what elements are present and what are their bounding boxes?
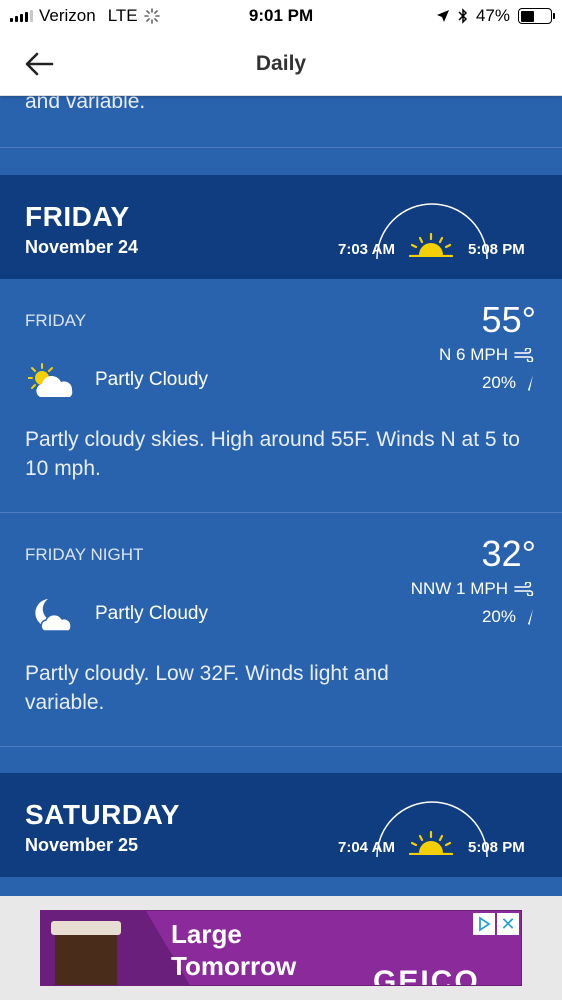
precip-text: 20% — [481, 373, 516, 392]
sunrise-time: 7:04 AM — [338, 839, 395, 856]
day-header-friday: FRIDAY November 24 7:03 AM 5:08 PM — [0, 175, 562, 279]
battery-icon — [518, 8, 555, 24]
condition-label: Partly Cloudy — [95, 369, 208, 390]
period-description: Partly cloudy skies. High around 55F. Wi… — [25, 428, 520, 480]
previous-period-fragment: and variable. — [0, 96, 562, 148]
location-arrow-icon — [436, 10, 449, 22]
app-header: Daily — [0, 32, 562, 96]
ad-headline: Large — [171, 919, 242, 949]
spacer — [0, 747, 562, 773]
sunset-time: 5:08 PM — [468, 839, 525, 856]
adchoices-icon[interactable] — [473, 913, 495, 935]
forecast-period-friday[interactable]: FRIDAY 55° N 6 MPH 20% Partly Cloudy Par… — [0, 279, 562, 513]
wind-icon — [514, 582, 534, 596]
precip-text: 20% — [481, 607, 516, 626]
period-temperature: 32° — [481, 533, 536, 574]
raindrop-icon — [528, 375, 533, 391]
sunrise-time: 7:03 AM — [338, 241, 395, 258]
wind-text: NNW 1 MPH — [410, 579, 508, 598]
sunset-time: 5:08 PM — [468, 241, 525, 258]
period-precip: 20% — [482, 607, 534, 627]
ad-subheadline: Tomorrow — [171, 951, 297, 981]
bluetooth-icon — [458, 8, 468, 24]
forecast-period-friday-night[interactable]: FRIDAY NIGHT 32° NNW 1 MPH 20% Partly Cl… — [0, 513, 562, 747]
ad-banner[interactable]: Large Tomorrow GEICO ✕ — [40, 910, 522, 986]
condition-label: Partly Cloudy — [95, 603, 208, 624]
day-date: November 24 — [25, 237, 139, 257]
period-name: FRIDAY — [25, 311, 87, 330]
period-wind: N 6 MPH — [439, 345, 534, 365]
previous-period-description: and variable. — [25, 96, 146, 113]
ad-close-icon[interactable]: ✕ — [497, 913, 519, 935]
coffee-cup-icon — [51, 921, 121, 985]
day-name: FRIDAY — [25, 201, 130, 232]
period-temperature: 55° — [481, 299, 536, 340]
day-date: November 25 — [25, 835, 139, 855]
daily-forecast-list[interactable]: and variable. FRIDAY November 24 7:03 AM… — [0, 96, 562, 896]
spacer — [0, 149, 562, 175]
wind-icon — [514, 348, 534, 362]
ad-banner-area: Large Tomorrow GEICO ✕ — [0, 896, 562, 1000]
day-name: SATURDAY — [25, 799, 180, 830]
wind-text: N 6 MPH — [439, 345, 508, 364]
battery-percent: 47% — [475, 6, 510, 25]
raindrop-icon — [528, 609, 533, 625]
next-period-fragment — [0, 877, 562, 896]
status-right: 47% — [436, 6, 555, 26]
period-wind: NNW 1 MPH — [411, 579, 534, 599]
status-bar: Verizon LTE 9:01 PM 47% — [0, 0, 562, 32]
period-precip: 20% — [482, 373, 534, 393]
period-description: Partly cloudy. Low 32F. Winds light and … — [25, 662, 389, 714]
partly-cloudy-day-icon — [28, 363, 73, 397]
page-title: Daily — [255, 52, 307, 75]
partly-cloudy-night-icon — [35, 599, 72, 632]
ad-brand: GEICO — [373, 965, 480, 986]
sunrise-sun-icon — [408, 830, 454, 855]
period-name: FRIDAY NIGHT — [25, 545, 144, 564]
sunrise-sun-icon — [408, 232, 454, 257]
day-header-saturday: SATURDAY November 25 7:04 AM 5:08 PM — [0, 773, 562, 877]
